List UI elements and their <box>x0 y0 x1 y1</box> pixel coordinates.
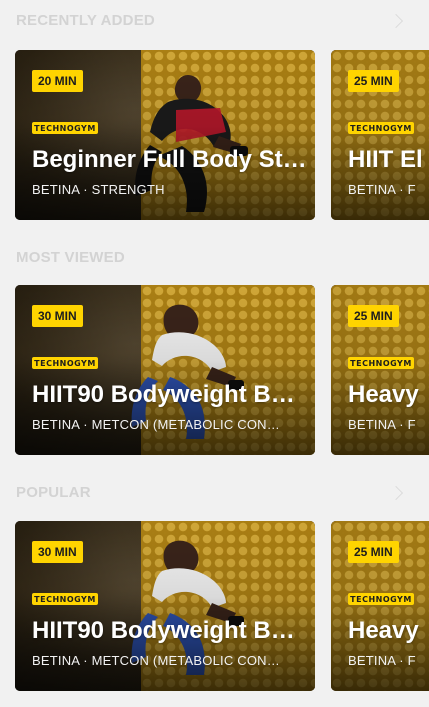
workout-card[interactable]: 30 MIN TECHNOGYM HIIT90 Bodyweight B… BE… <box>15 285 315 455</box>
technogym-logo: TECHNOGYM <box>348 593 414 605</box>
workout-title: HIIT El <box>348 146 423 173</box>
technogym-logo: TECHNOGYM <box>32 122 98 134</box>
workout-card[interactable]: 20 MIN TECHNOGYM Beginner Full Body St… … <box>15 50 315 220</box>
workout-meta: BETINA · METCON (METABOLIC CON… <box>32 653 280 668</box>
workout-meta: BETINA · STRENGTH <box>32 182 165 197</box>
workout-meta: BETINA · F <box>348 417 416 432</box>
workout-meta: BETINA · F <box>348 182 416 197</box>
duration-badge: 25 MIN <box>348 305 399 327</box>
chevron-right-icon[interactable] <box>388 13 404 29</box>
workout-meta: BETINA · F <box>348 653 416 668</box>
workout-title: Heavy <box>348 617 419 644</box>
workout-title: Heavy <box>348 381 419 408</box>
card-row: 30 MIN TECHNOGYM HIIT90 Bodyweight B… BE… <box>0 521 429 691</box>
workout-title: Beginner Full Body St… <box>32 146 307 173</box>
workout-title: HIIT90 Bodyweight B… <box>32 381 295 408</box>
duration-badge: 30 MIN <box>32 305 83 327</box>
section-title: MOST VIEWED <box>16 249 125 266</box>
chevron-right-icon[interactable] <box>388 485 404 501</box>
technogym-logo: TECHNOGYM <box>32 593 98 605</box>
duration-badge: 30 MIN <box>32 541 83 563</box>
technogym-logo: TECHNOGYM <box>348 122 414 134</box>
card-row: 20 MIN TECHNOGYM Beginner Full Body St… … <box>0 50 429 220</box>
card-row: 30 MIN TECHNOGYM HIIT90 Bodyweight B… BE… <box>0 285 429 455</box>
workout-card-peek[interactable]: 25 MIN TECHNOGYM HIIT El BETINA · F <box>331 50 429 220</box>
workout-meta: BETINA · METCON (METABOLIC CON… <box>32 417 280 432</box>
duration-badge: 25 MIN <box>348 70 399 92</box>
workout-card-peek[interactable]: 25 MIN TECHNOGYM Heavy BETINA · F <box>331 285 429 455</box>
duration-badge: 20 MIN <box>32 70 83 92</box>
technogym-logo: TECHNOGYM <box>32 357 98 369</box>
section-title: RECENTLY ADDED <box>16 12 155 29</box>
section-title: POPULAR <box>16 484 91 501</box>
duration-badge: 25 MIN <box>348 541 399 563</box>
workout-card-peek[interactable]: 25 MIN TECHNOGYM Heavy BETINA · F <box>331 521 429 691</box>
workout-card[interactable]: 30 MIN TECHNOGYM HIIT90 Bodyweight B… BE… <box>15 521 315 691</box>
technogym-logo: TECHNOGYM <box>348 357 414 369</box>
workout-title: HIIT90 Bodyweight B… <box>32 617 295 644</box>
